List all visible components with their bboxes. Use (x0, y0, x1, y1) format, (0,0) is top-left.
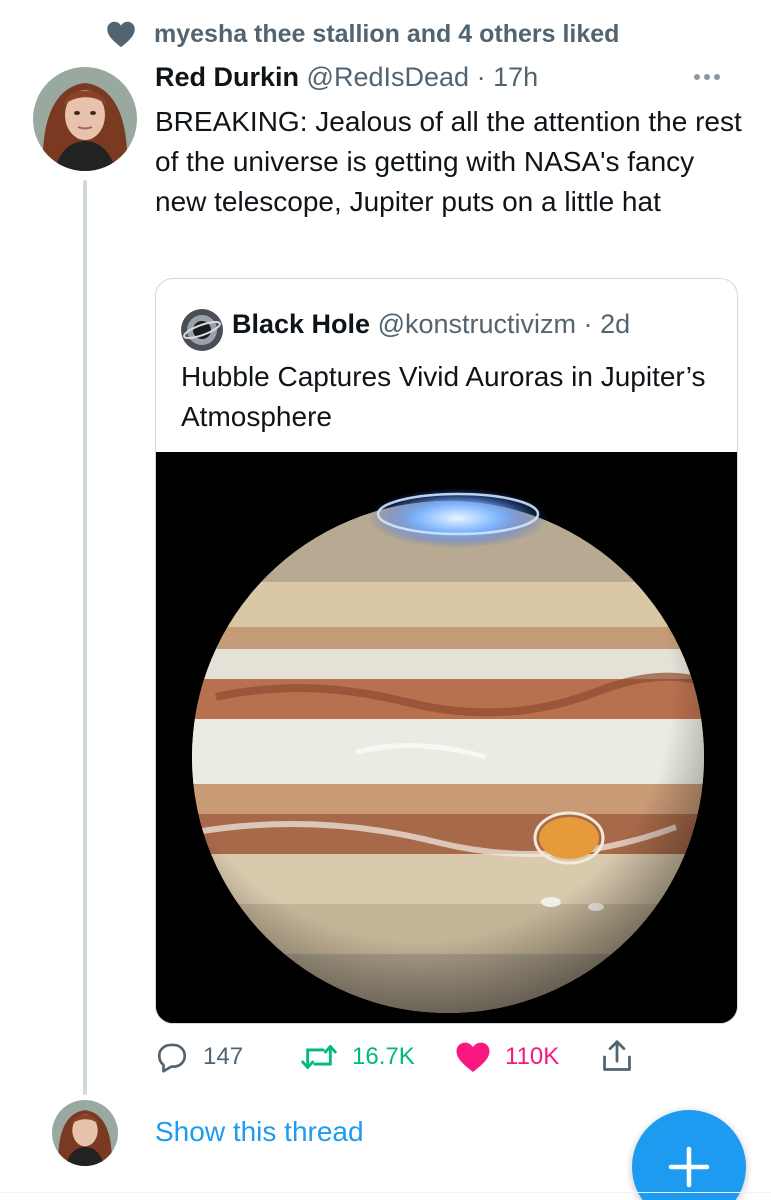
thread-line (83, 180, 87, 1095)
meta-separator: · (476, 62, 486, 92)
heart-icon (107, 21, 135, 48)
heart-filled-icon (456, 1042, 490, 1072)
bottom-divider (0, 1192, 771, 1193)
quoted-tweet-header: Black Hole @konstructivizm · 2d (232, 309, 630, 340)
quoted-author-avatar[interactable] (181, 309, 223, 351)
thread-avatar[interactable] (52, 1100, 118, 1166)
quoted-author-name[interactable]: Black Hole (232, 309, 370, 339)
reply-count: 147 (203, 1043, 244, 1070)
jupiter-photo[interactable] (156, 452, 737, 1023)
reply-icon (157, 1043, 187, 1073)
like-button[interactable]: 110K (455, 1037, 559, 1077)
tweet-time[interactable]: 17h (493, 62, 538, 92)
more-horizontal-icon[interactable] (680, 64, 734, 90)
quoted-author-handle[interactable]: @konstructivizm (378, 309, 576, 339)
retweet-count: 16.7K (352, 1043, 415, 1070)
retweet-icon (301, 1044, 337, 1070)
author-name[interactable]: Red Durkin (155, 62, 299, 92)
compose-button[interactable] (632, 1110, 746, 1200)
tweet-text: BREAKING: Jealous of all the attention t… (155, 106, 742, 217)
reply-button[interactable]: 147 (155, 1037, 243, 1077)
liked-by-text[interactable]: myesha thee stallion and 4 others liked (154, 20, 619, 49)
quoted-meta-separator: · (583, 309, 593, 339)
like-count: 110K (505, 1043, 560, 1070)
tweet-header: Red Durkin @RedIsDead · 17h (155, 62, 538, 93)
social-context: myesha thee stallion and 4 others liked (0, 0, 771, 64)
show-thread-link[interactable]: Show this thread (155, 1116, 364, 1148)
share-icon (603, 1040, 631, 1071)
quoted-tweet-card[interactable]: Black Hole @konstructivizm · 2d Hubble C… (155, 278, 738, 1024)
retweet-button[interactable]: 16.7K (300, 1037, 415, 1077)
share-button[interactable] (600, 1037, 634, 1077)
quoted-tweet-time[interactable]: 2d (600, 309, 630, 339)
plus-icon (668, 1146, 710, 1188)
author-avatar[interactable] (33, 67, 137, 171)
quoted-tweet-text: Hubble Captures Vivid Auroras in Jupiter… (181, 361, 706, 432)
author-handle[interactable]: @RedIsDead (307, 62, 470, 92)
